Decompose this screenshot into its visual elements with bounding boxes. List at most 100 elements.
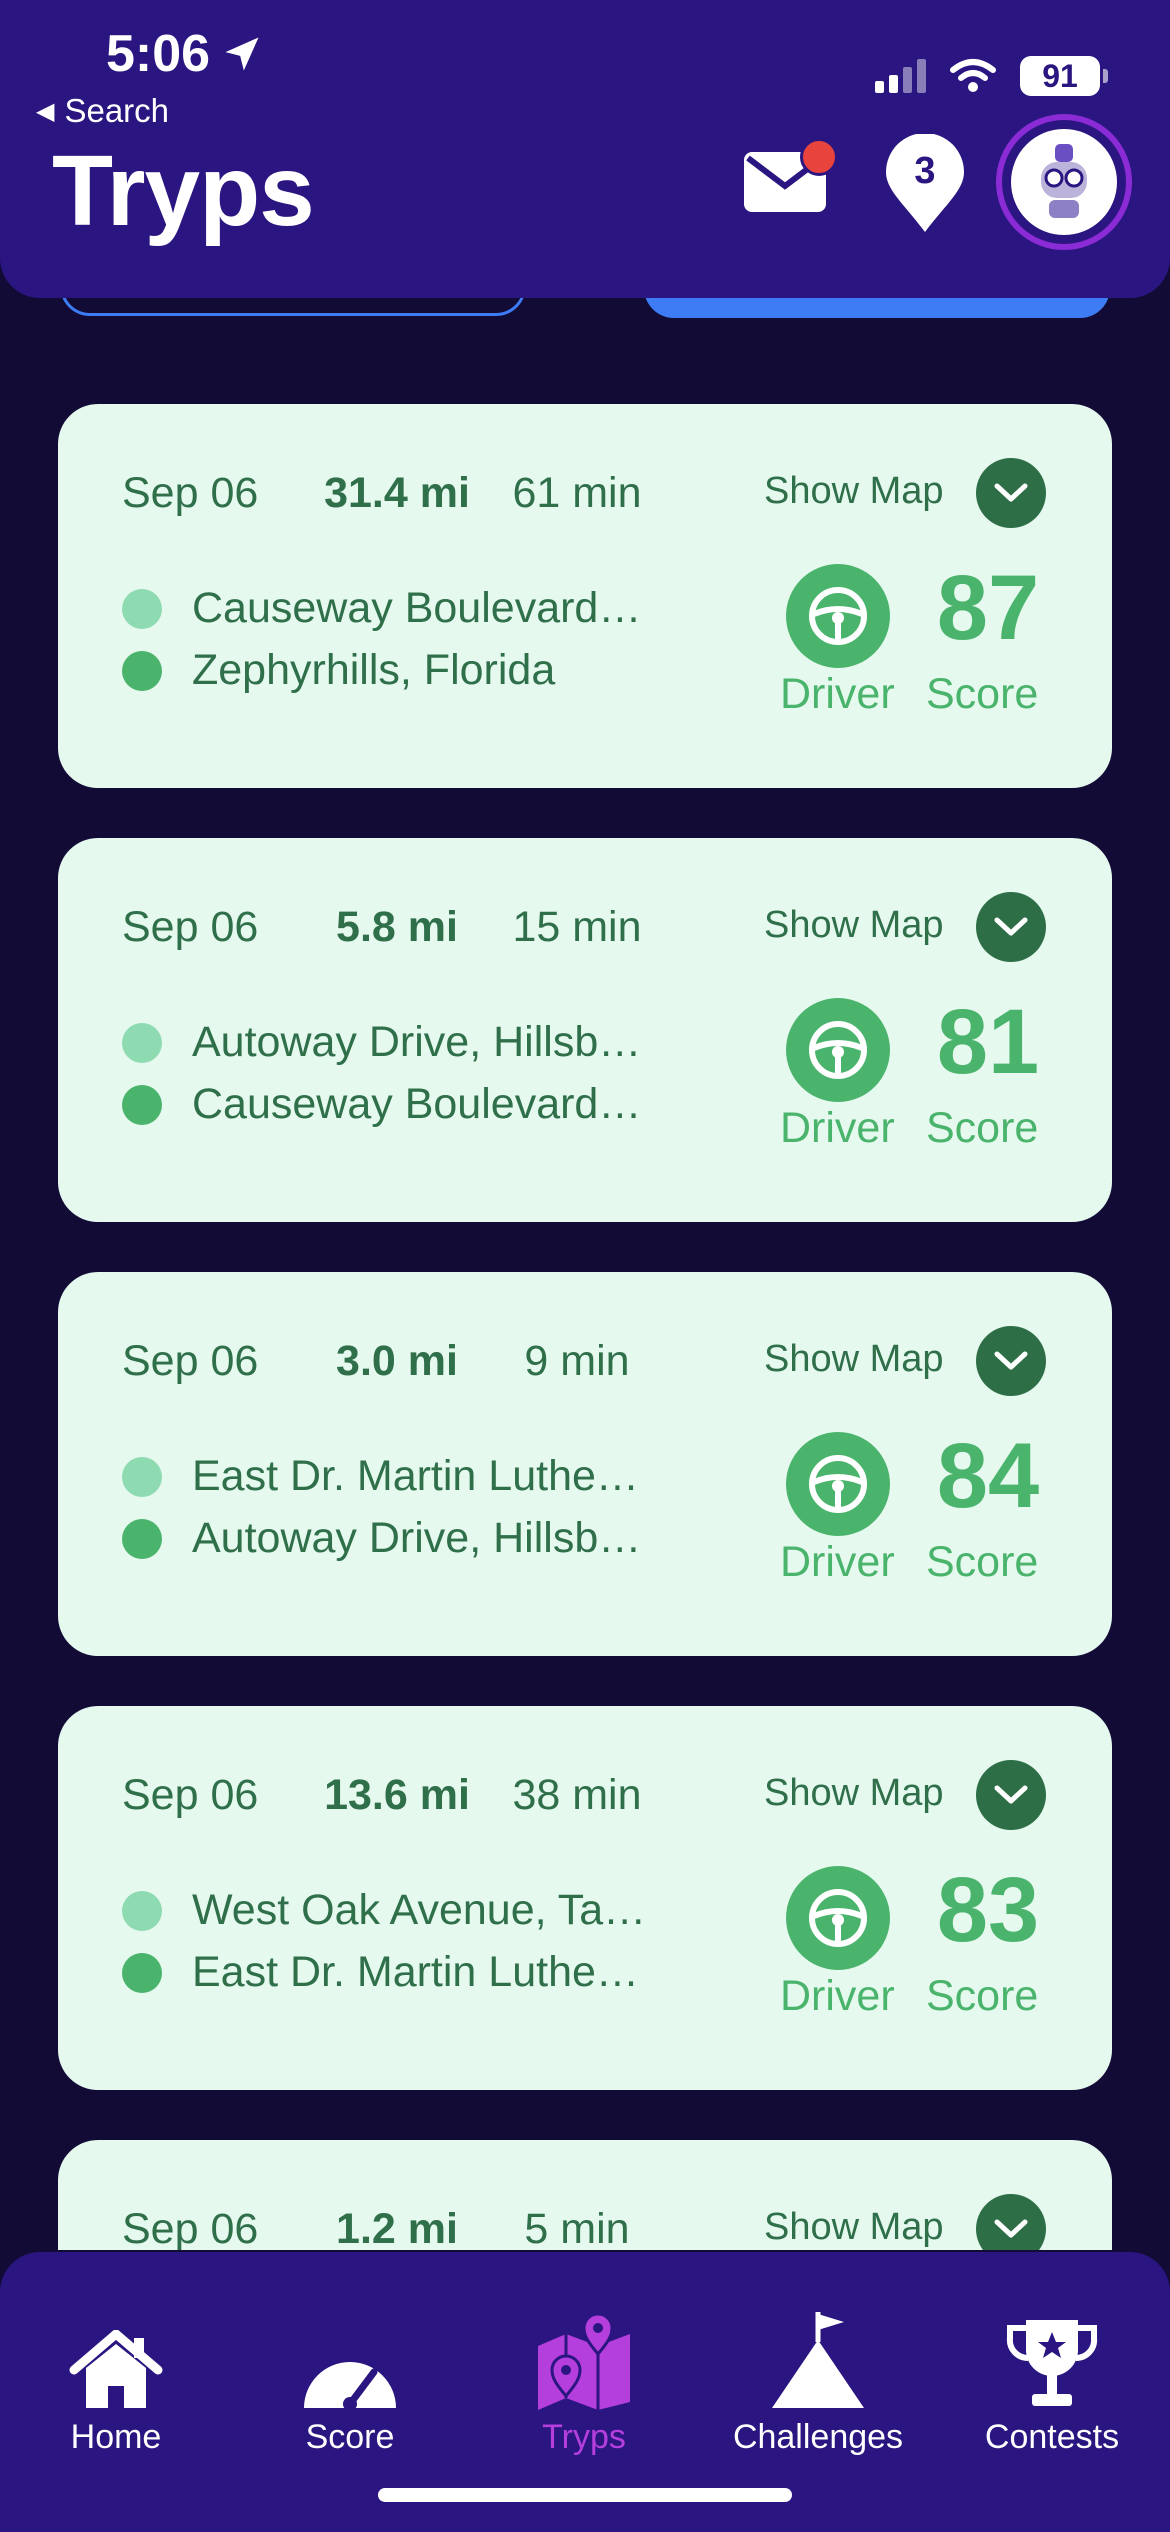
battery-indicator: 91 xyxy=(1020,56,1108,96)
start-dot-icon xyxy=(122,588,162,629)
trip-card[interactable]: Sep 06 5.8 mi 15 min Show Map Autoway Dr… xyxy=(58,838,1112,1222)
score-label: Score xyxy=(926,1972,1039,2020)
app-header: 5:06 ◀ Search 91 Tryps 3 xyxy=(0,0,1170,298)
driver-score: 87 xyxy=(936,557,1040,659)
trip-distance: 3.0 mi xyxy=(336,1336,458,1385)
trip-start-label: Autoway Drive, Hillsb… xyxy=(192,1018,642,1066)
trip-end-label: Zephyrhills, Florida xyxy=(192,646,556,694)
location-arrow-icon xyxy=(225,37,259,71)
trip-meta: Sep 06 31.4 mi 61 min xyxy=(122,468,662,518)
page-title: Tryps xyxy=(52,135,315,247)
show-map-label[interactable]: Show Map xyxy=(764,470,944,513)
trip-start: East Dr. Martin Luthe… xyxy=(122,1452,692,1501)
start-dot-icon xyxy=(122,1890,162,1931)
driver-score: 81 xyxy=(936,991,1040,1093)
trip-card[interactable]: Sep 06 3.0 mi 9 min Show Map East Dr. Ma… xyxy=(58,1272,1112,1656)
show-map-label[interactable]: Show Map xyxy=(764,1338,944,1381)
score-label: Score xyxy=(926,1538,1039,1586)
unread-badge xyxy=(800,138,838,176)
trip-duration: 15 min xyxy=(512,902,642,951)
chevron-down-icon[interactable] xyxy=(976,892,1046,962)
trip-card[interactable]: Sep 06 13.6 mi 38 min Show Map West Oak … xyxy=(58,1706,1112,2090)
trip-date: Sep 06 xyxy=(122,2204,259,2251)
end-dot-icon xyxy=(122,1084,162,1125)
nav-home[interactable]: Home xyxy=(6,2310,226,2457)
trip-distance: 31.4 mi xyxy=(324,468,470,517)
trip-start-label: Causeway Boulevard… xyxy=(192,584,642,632)
trip-duration: 5 min xyxy=(524,2204,630,2251)
pin-count-badge: 3 xyxy=(914,150,936,192)
avatar[interactable] xyxy=(996,114,1132,250)
trip-date: Sep 06 xyxy=(122,902,259,951)
trip-start: Causeway Boulevard… xyxy=(122,584,692,633)
trip-meta: Sep 06 1.2 mi 5 min xyxy=(122,2204,662,2251)
cellular-signal-icon xyxy=(875,59,926,93)
trip-meta: Sep 06 5.8 mi 15 min xyxy=(122,902,662,952)
trip-date: Sep 06 xyxy=(122,1770,259,1819)
wifi-icon xyxy=(950,59,996,92)
trip-duration: 9 min xyxy=(524,1336,630,1385)
trip-distance: 5.8 mi xyxy=(336,902,458,951)
trip-list[interactable]: Sep 06 31.4 mi 61 min Show Map Causeway … xyxy=(0,0,1170,2250)
nav-home-label: Home xyxy=(70,2418,162,2456)
speedometer-icon xyxy=(302,2310,398,2410)
show-map-label[interactable]: Show Map xyxy=(764,2206,944,2249)
trip-duration: 38 min xyxy=(512,1770,642,1819)
trip-end-label: Causeway Boulevard… xyxy=(192,1080,642,1128)
trip-distance: 1.2 mi xyxy=(336,2204,458,2251)
trip-end: Autoway Drive, Hillsb… xyxy=(122,1514,692,1563)
trip-start-label: East Dr. Martin Luthe… xyxy=(192,1452,639,1500)
driver-label: Driver xyxy=(780,1104,895,1152)
trip-end: East Dr. Martin Luthe… xyxy=(122,1948,692,1997)
end-dot-icon xyxy=(122,1952,162,1993)
robot-avatar-icon xyxy=(1011,129,1117,235)
home-icon xyxy=(68,2310,164,2410)
trip-card[interactable]: Sep 06 31.4 mi 61 min Show Map Causeway … xyxy=(58,404,1112,788)
clock: 5:06 xyxy=(106,25,211,83)
trip-card[interactable]: Sep 06 1.2 mi 5 min Show Map xyxy=(58,2140,1112,2250)
nav-score-label: Score xyxy=(305,2418,395,2456)
show-map-label[interactable]: Show Map xyxy=(764,904,944,947)
trip-meta: Sep 06 13.6 mi 38 min xyxy=(122,1770,662,1820)
chevron-down-icon[interactable] xyxy=(976,1760,1046,1830)
chevron-down-icon[interactable] xyxy=(976,458,1046,528)
score-label: Score xyxy=(926,1104,1039,1152)
trophy-icon xyxy=(1004,2310,1100,2410)
driver-score: 83 xyxy=(936,1859,1040,1961)
back-to-search[interactable]: ◀ Search xyxy=(36,92,169,130)
driver-label: Driver xyxy=(780,1538,895,1586)
steering-wheel-icon xyxy=(786,1432,890,1536)
end-dot-icon xyxy=(122,1518,162,1559)
nav-challenges-label: Challenges xyxy=(732,2418,904,2456)
trip-start: Autoway Drive, Hillsb… xyxy=(122,1018,692,1067)
status-time: 5:06 xyxy=(106,24,264,84)
trip-start-label: West Oak Avenue, Ta… xyxy=(192,1886,647,1934)
start-dot-icon xyxy=(122,1022,162,1063)
steering-wheel-icon xyxy=(786,1866,890,1970)
nav-contests-label: Contests xyxy=(984,2418,1120,2456)
trip-distance: 13.6 mi xyxy=(324,1770,470,1819)
end-dot-icon xyxy=(122,650,162,691)
trip-date: Sep 06 xyxy=(122,1336,259,1385)
trip-date: Sep 06 xyxy=(122,468,259,517)
nav-tryps-label: Tryps xyxy=(542,2418,626,2456)
steering-wheel-icon xyxy=(786,998,890,1102)
show-map-label[interactable]: Show Map xyxy=(764,1772,944,1815)
chevron-down-icon[interactable] xyxy=(976,1326,1046,1396)
chevron-down-icon[interactable] xyxy=(976,2194,1046,2250)
trip-end: Causeway Boulevard… xyxy=(122,1080,692,1129)
trip-duration: 61 min xyxy=(512,468,642,517)
nav-tryps[interactable]: Tryps xyxy=(474,2310,694,2457)
nav-contests[interactable]: Contests xyxy=(942,2310,1162,2457)
driver-score: 84 xyxy=(936,1425,1040,1527)
driver-label: Driver xyxy=(780,1972,895,2020)
map-icon xyxy=(536,2310,632,2410)
nav-challenges[interactable]: Challenges xyxy=(708,2310,928,2457)
back-triangle-icon: ◀ xyxy=(36,97,55,125)
home-indicator[interactable] xyxy=(378,2488,792,2502)
score-label: Score xyxy=(926,670,1039,718)
trip-end-label: Autoway Drive, Hillsb… xyxy=(192,1514,642,1562)
nav-score[interactable]: Score xyxy=(240,2310,460,2457)
back-label: Search xyxy=(64,92,170,129)
trip-end: Zephyrhills, Florida xyxy=(122,646,692,695)
